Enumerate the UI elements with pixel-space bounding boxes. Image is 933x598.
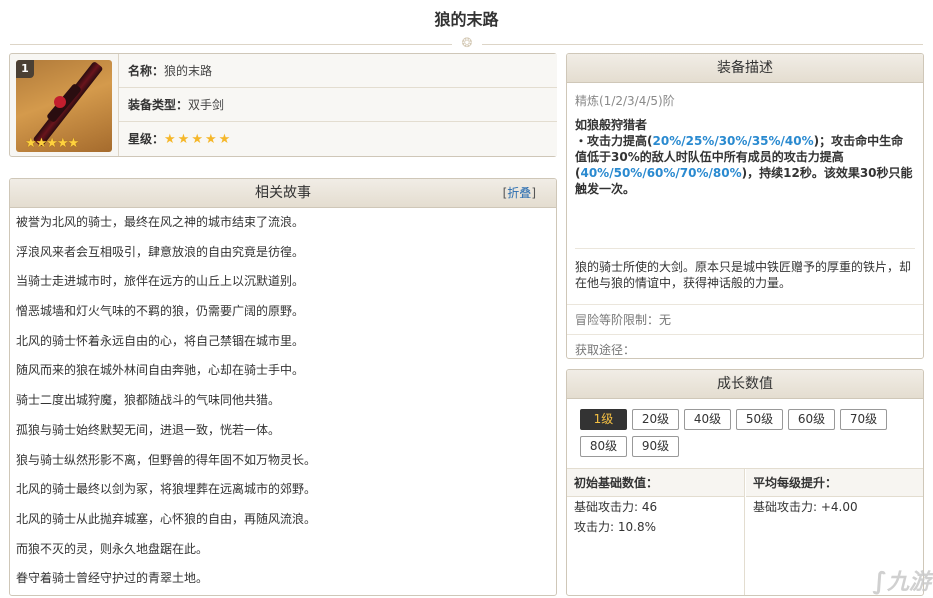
level-button-20[interactable]: 20级 bbox=[632, 409, 679, 430]
name-label: 名称： bbox=[128, 64, 165, 78]
type-value: 双手剑 bbox=[188, 98, 225, 112]
story-line: 孤狼与骑士始终默契无间，进退一致，恍若一体。 bbox=[16, 422, 281, 437]
story-line: 眷守着骑士曾经守护过的青翠土地。 bbox=[16, 571, 209, 586]
sword-gem-shape bbox=[54, 96, 66, 108]
weapon-image: 1 ★★★★★ bbox=[16, 60, 112, 152]
passive-effect: 如狼般狩猎者 ・攻击力提高(20%/25%/30%/35%/40%)；攻击命中生… bbox=[567, 111, 923, 248]
obtain-method: 获取途径： 祈愿 bbox=[567, 335, 923, 359]
star-row: 星级：★★★★★ bbox=[119, 122, 557, 156]
weapon-card: 1 ★★★★★ 名称：狼的末路 装备类型：双手剑 星级：★★★★★ bbox=[9, 53, 557, 157]
story-panel-header: 相关故事 [折叠] bbox=[10, 179, 556, 208]
ornament-icon: ❂ bbox=[452, 36, 482, 52]
story-line: 北风的骑士最终以剑为冢，将狼埋葬在远离城市的郊野。 bbox=[16, 482, 317, 497]
story-line: 憎恶城墙和灯火气味的不羁的狼，仍需要广阔的原野。 bbox=[16, 304, 305, 319]
thumb-star-icons: ★★★★★ bbox=[25, 136, 79, 151]
level-button-90[interactable]: 90级 bbox=[632, 436, 679, 457]
type-label: 装备类型： bbox=[128, 98, 189, 112]
base-substat: 攻击力: 10.8% bbox=[574, 520, 656, 534]
story-line: 被誉为北风的骑士，最终在风之神的城市结束了流浪。 bbox=[16, 215, 305, 229]
story-panel: 相关故事 [折叠] 被誉为北风的骑士，最终在风之神的城市结束了流浪。 浮浪风来者… bbox=[9, 178, 557, 596]
watermark-logo-icon: ∫ bbox=[872, 567, 887, 595]
avg-growth-header: 平均每级提升： bbox=[746, 469, 923, 497]
star-label: 星级： bbox=[128, 132, 165, 146]
story-line: 北风的骑士怀着永远自由的心，将自己禁锢在城市里。 bbox=[16, 333, 305, 348]
effect-text: ・攻击力提高(20%/25%/30%/35%/40%)；攻击命中生命值低于30%… bbox=[575, 134, 913, 196]
star-rating-icons: ★★★★★ bbox=[164, 132, 233, 147]
base-stats-column: 初始基础数值： 基础攻击力: 46 攻击力: 10.8% bbox=[567, 469, 745, 595]
obtain-value: 祈愿 bbox=[575, 358, 915, 359]
story-line: 而狼不灭的灵，则永久地盘踞在此。 bbox=[16, 541, 209, 556]
level-button-40[interactable]: 40级 bbox=[684, 409, 731, 430]
avg-attack: 基础攻击力: +4.00 bbox=[753, 500, 858, 514]
effect-highlight: 40%/50%/60%/70%/80% bbox=[580, 166, 742, 180]
description-title: 装备描述 bbox=[717, 60, 773, 76]
effect-highlight: 20%/25%/30%/35%/40% bbox=[652, 134, 814, 148]
stats-table: 初始基础数值： 基础攻击力: 46 攻击力: 10.8% 平均每级提升： 基础攻… bbox=[567, 468, 923, 595]
story-line: 北风的骑士从此抛弃城塞，心怀狼的自由，再随风流浪。 bbox=[16, 511, 317, 526]
growth-panel: 成长数值 1级 20级 40级 50级 60级 70级 80级 90级 初始基础数值： 基础攻… bbox=[566, 369, 924, 596]
level-button-50[interactable]: 50级 bbox=[736, 409, 783, 430]
description-panel-header: 装备描述 bbox=[567, 54, 923, 83]
weapon-info-rows: 名称：狼的末路 装备类型：双手剑 星级：★★★★★ bbox=[118, 54, 557, 156]
base-stats-header: 初始基础数值： bbox=[567, 469, 744, 497]
rank-limit: 冒险等阶限制：无 bbox=[567, 305, 923, 335]
growth-panel-header: 成长数值 bbox=[567, 370, 923, 399]
story-title: 相关故事 bbox=[255, 185, 311, 201]
site-watermark: ∫九游 bbox=[872, 567, 931, 595]
fold-toggle[interactable]: [折叠] bbox=[503, 179, 536, 208]
level-button-1[interactable]: 1级 bbox=[580, 409, 627, 430]
level-button-80[interactable]: 80级 bbox=[580, 436, 627, 457]
story-body: 被誉为北风的骑士，最终在风之神的城市结束了流浪。 浮浪风来者会互相吸引，肆意放浪… bbox=[10, 208, 556, 594]
refine-levels: 精炼(1/2/3/4/5)阶 bbox=[575, 94, 675, 108]
name-row: 名称：狼的末路 bbox=[119, 54, 557, 88]
story-line: 狼与骑士纵然形影不离，但野兽的得年固不如万物灵长。 bbox=[16, 452, 317, 467]
story-line: 浮浪风来者会互相吸引，肆意放浪的自由究竟是彷徨。 bbox=[16, 244, 305, 259]
level-button-70[interactable]: 70级 bbox=[840, 409, 887, 430]
weapon-lore: 狼的骑士所使的大剑。原本只是城中铁匠赠予的厚重的铁片，却在他与狼的情谊中，获得神… bbox=[567, 249, 923, 305]
base-attack: 基础攻击力: 46 bbox=[574, 500, 658, 514]
page-title: 狼的末路 bbox=[434, 10, 499, 29]
type-row: 装备类型：双手剑 bbox=[119, 88, 557, 122]
story-line: 骑士二度出城狩魔，狼都随战斗的气味同他共猎。 bbox=[16, 393, 281, 408]
fold-label[interactable]: 折叠 bbox=[507, 186, 531, 200]
growth-title: 成长数值 bbox=[717, 376, 773, 392]
rank-badge: 1 bbox=[16, 60, 34, 78]
name-value: 狼的末路 bbox=[164, 64, 213, 78]
effect-name: 如狼般狩猎者 bbox=[575, 118, 648, 132]
level-button-60[interactable]: 60级 bbox=[788, 409, 835, 430]
story-line: 随风而来的狼在城外林间自由奔驰，心却在骑士手中。 bbox=[16, 363, 305, 378]
description-panel: 装备描述 精炼(1/2/3/4/5)阶 如狼般狩猎者 ・攻击力提高(20%/25… bbox=[566, 53, 924, 359]
story-line: 当骑士走进城市时，旅伴在远方的山丘上以沉默道别。 bbox=[16, 274, 305, 289]
obtain-label: 获取途径： bbox=[575, 343, 636, 357]
